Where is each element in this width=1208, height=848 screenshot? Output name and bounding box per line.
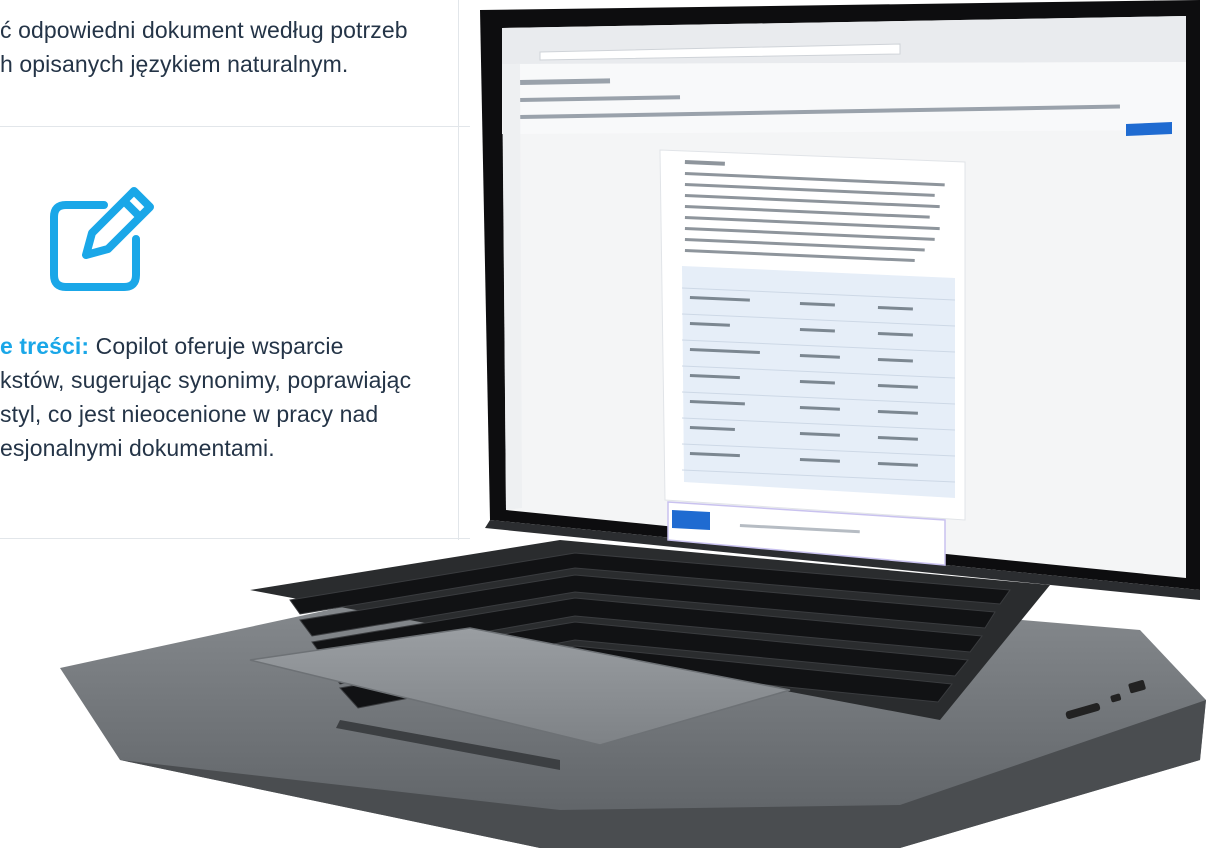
laptop-illustration bbox=[60, 0, 1206, 848]
laptop-screen bbox=[502, 16, 1186, 578]
